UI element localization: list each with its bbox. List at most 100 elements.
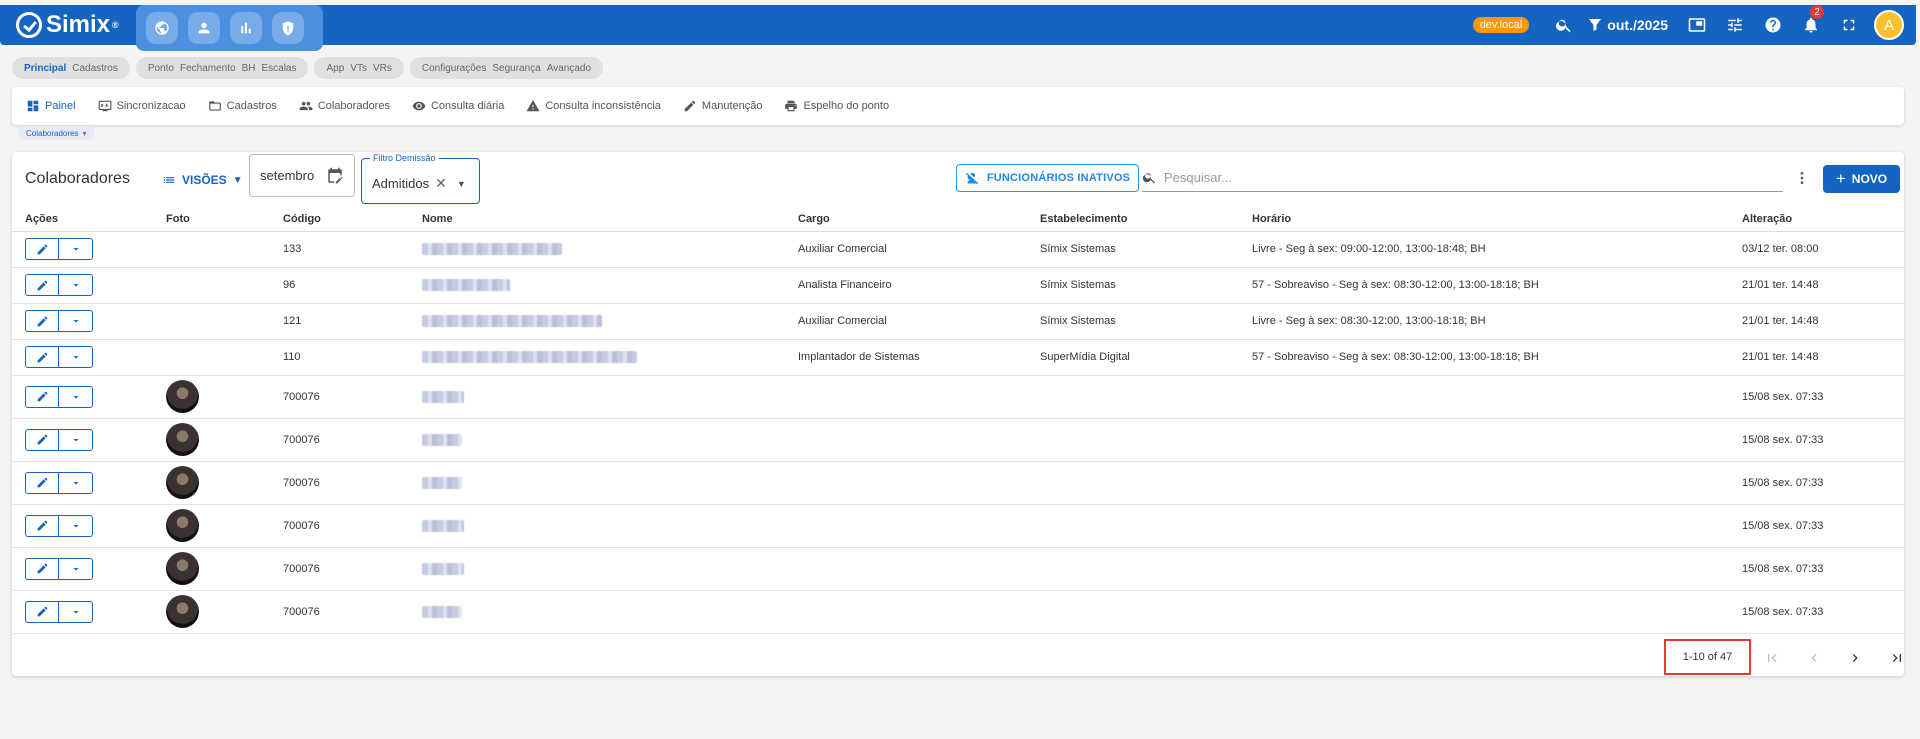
row-alteracao: 15/08 sex. 07:33 (1742, 590, 1904, 634)
edit-button[interactable] (26, 558, 59, 579)
col-header-codigo[interactable]: Código (283, 208, 422, 232)
tool-consulta-inconsistencia[interactable]: Consulta inconsistência (526, 99, 661, 113)
edit-button[interactable] (26, 386, 59, 407)
table-row[interactable]: 700076 15/08 sex. 07:33 (12, 375, 1904, 419)
more-options-button[interactable] (1792, 168, 1812, 188)
row-menu-button[interactable] (59, 516, 92, 536)
module-principal[interactable]: Principal (24, 63, 66, 74)
tool-manutencao[interactable]: Manutenção (683, 99, 762, 113)
caret-down-icon[interactable]: ▼ (457, 179, 466, 189)
module-cadastros[interactable]: Cadastros (72, 63, 118, 74)
tune-button[interactable] (1716, 5, 1754, 45)
table-row[interactable]: 700076 15/08 sex. 07:33 (12, 547, 1904, 591)
table-row[interactable]: 700076 15/08 sex. 07:33 (12, 504, 1904, 548)
edit-button[interactable] (26, 429, 59, 450)
clear-icon[interactable]: ✕ (435, 175, 447, 192)
row-menu-button[interactable] (59, 559, 92, 579)
row-horario (1252, 461, 1742, 505)
edit-button[interactable] (26, 275, 59, 295)
col-header-horario[interactable]: Horário (1252, 208, 1742, 232)
row-photo (166, 590, 283, 634)
globe-button[interactable] (146, 12, 178, 44)
col-header-cargo[interactable]: Cargo (798, 208, 1040, 232)
row-menu-button[interactable] (59, 430, 92, 450)
row-menu-button[interactable] (59, 311, 92, 331)
row-horario (1252, 418, 1742, 462)
inactive-employees-label: FUNCIONÁRIOS INATIVOS (986, 172, 1131, 184)
first-page-button[interactable] (1760, 646, 1784, 670)
module-group-principal: Principal Cadastros (12, 57, 130, 79)
row-menu-button[interactable] (59, 275, 92, 295)
tool-sincronizacao[interactable]: Sincronizacao (98, 99, 186, 113)
col-header-estabelecimento[interactable]: Estabelecimento (1040, 208, 1252, 232)
module-app[interactable]: App (326, 63, 344, 74)
app-logo[interactable]: Simix ® (16, 11, 119, 39)
table-row[interactable]: 96 Analista Financeiro Símix Sistemas 57 - … (12, 267, 1904, 304)
period-label[interactable]: out./2025 (1607, 17, 1668, 33)
table-row[interactable]: 121 Auxiliar Comercial Símix Sistemas Livre… (12, 303, 1904, 340)
security-button[interactable] (272, 12, 304, 44)
tool-painel[interactable]: Painel (26, 99, 76, 113)
filter-button[interactable] (1583, 5, 1607, 45)
table-row[interactable]: 700076 15/08 sex. 07:33 (12, 418, 1904, 462)
fullscreen-button[interactable] (1830, 5, 1868, 45)
inactive-employees-button[interactable]: FUNCIONÁRIOS INATIVOS (956, 164, 1139, 192)
row-menu-button[interactable] (59, 473, 92, 493)
edit-button[interactable] (26, 601, 59, 622)
avatar (166, 466, 199, 499)
module-fechamento[interactable]: Fechamento (180, 63, 236, 74)
new-button[interactable]: + NOVO (1823, 165, 1900, 193)
edit-button[interactable] (26, 472, 59, 493)
col-header-alteracao[interactable]: Alteração (1742, 208, 1904, 232)
edit-button[interactable] (26, 311, 59, 331)
module-configuracoes[interactable]: Configurações (422, 63, 486, 74)
row-menu-button[interactable] (59, 387, 92, 407)
module-bh[interactable]: BH (242, 63, 256, 74)
module-avancado[interactable]: Avançado (547, 63, 591, 74)
row-menu-button[interactable] (59, 347, 92, 367)
edit-button[interactable] (26, 347, 59, 367)
row-nome (422, 303, 798, 340)
tool-consulta-diaria[interactable]: Consulta diária (412, 99, 504, 113)
edit-button[interactable] (26, 515, 59, 536)
pip-button[interactable] (1678, 5, 1716, 45)
col-header-nome[interactable]: Nome (422, 208, 798, 232)
row-codigo: 700076 (283, 375, 422, 419)
edit-button[interactable] (26, 239, 59, 259)
next-page-button[interactable] (1843, 646, 1867, 670)
eye-icon (412, 101, 426, 111)
tool-colaboradores[interactable]: Colaboradores (299, 99, 390, 113)
table-row[interactable]: 700076 15/08 sex. 07:33 (12, 590, 1904, 634)
prev-page-button[interactable] (1802, 646, 1826, 670)
table-row[interactable]: 110 Implantador de Sistemas SuperMídia Dig… (12, 339, 1904, 376)
notifications-button[interactable]: 2 (1792, 5, 1830, 45)
module-seguranca[interactable]: Segurança (492, 63, 540, 74)
module-vts[interactable]: VTs (350, 63, 367, 74)
tool-espelho[interactable]: Espelho do ponto (784, 99, 889, 113)
dismissal-filter-select[interactable]: Filtro Demissão Admitidos ✕ ▼ (361, 153, 480, 204)
visoes-button[interactable]: VISÕES ▼ (162, 173, 243, 187)
row-nome (422, 547, 798, 591)
row-horario: Livre - Seg à sex: 08:30-12:00, 13:00-18… (1252, 303, 1742, 340)
chart-button[interactable] (230, 12, 262, 44)
search-input[interactable] (1164, 170, 1744, 185)
row-menu-button[interactable] (59, 239, 92, 259)
dismissal-filter-value: Admitidos (372, 176, 430, 191)
help-button[interactable] (1754, 5, 1792, 45)
module-group-config: Configurações Segurança Avançado (409, 57, 604, 79)
module-ponto[interactable]: Ponto (148, 63, 174, 74)
module-vrs[interactable]: VRs (373, 63, 392, 74)
table-row[interactable]: 700076 15/08 sex. 07:33 (12, 461, 1904, 505)
month-picker[interactable]: setembro (249, 154, 355, 197)
row-menu-button[interactable] (59, 602, 92, 622)
user-avatar[interactable]: A (1874, 10, 1904, 40)
row-codigo: 121 (283, 303, 422, 340)
module-escalas[interactable]: Escalas (261, 63, 296, 74)
table-row[interactable]: 133 Auxiliar Comercial Símix Sistemas Livre… (12, 231, 1904, 268)
caret-down-icon (73, 610, 78, 613)
search-button[interactable] (1545, 5, 1583, 45)
last-page-button[interactable] (1885, 646, 1909, 670)
tool-cadastros[interactable]: Cadastros (208, 99, 277, 113)
breadcrumb[interactable]: Colaboradores ▾ (18, 126, 95, 140)
person-button[interactable] (188, 12, 220, 44)
